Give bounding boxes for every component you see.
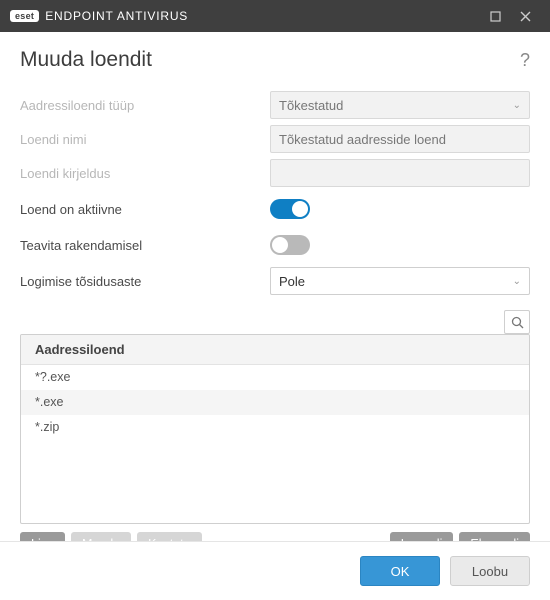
list-item[interactable]: *.exe <box>21 390 529 415</box>
brand-badge: eset <box>10 10 39 22</box>
active-toggle[interactable] <box>270 199 310 219</box>
name-label: Loendi nimi <box>20 132 270 147</box>
severity-label: Logimise tõsidusaste <box>20 274 270 289</box>
chevron-down-icon: ⌄ <box>513 100 521 111</box>
type-select: Tõkestatud ⌄ <box>270 91 530 119</box>
cancel-button[interactable]: Loobu <box>450 556 530 586</box>
active-label: Loend on aktiivne <box>20 202 270 217</box>
window-close-button[interactable] <box>510 0 540 32</box>
type-value: Tõkestatud <box>279 98 343 113</box>
severity-value: Pole <box>279 274 305 289</box>
ok-button[interactable]: OK <box>360 556 440 586</box>
list-item[interactable]: *?.exe <box>21 365 529 390</box>
page-title: Muuda loendit <box>20 48 520 72</box>
list-header: Aadressiloend <box>21 335 529 365</box>
chevron-down-icon: ⌄ <box>513 276 521 287</box>
search-button[interactable] <box>504 310 530 334</box>
help-icon[interactable]: ? <box>520 50 530 71</box>
type-label: Aadressiloendi tüüp <box>20 98 270 113</box>
name-value: Tõkestatud aadresside loend <box>279 132 446 147</box>
search-icon <box>511 316 524 329</box>
brand-text: ENDPOINT ANTIVIRUS <box>45 9 188 23</box>
notify-toggle[interactable] <box>270 235 310 255</box>
titlebar: eset ENDPOINT ANTIVIRUS <box>0 0 550 32</box>
severity-select[interactable]: Pole ⌄ <box>270 267 530 295</box>
desc-input <box>270 159 530 187</box>
list-item[interactable]: *.zip <box>21 415 529 440</box>
notify-label: Teavita rakendamisel <box>20 238 270 253</box>
address-list[interactable]: Aadressiloend *?.exe *.exe *.zip <box>20 334 530 524</box>
window-maximize-button[interactable] <box>480 0 510 32</box>
desc-label: Loendi kirjeldus <box>20 166 270 181</box>
footer: OK Loobu <box>0 541 550 600</box>
name-input: Tõkestatud aadresside loend <box>270 125 530 153</box>
